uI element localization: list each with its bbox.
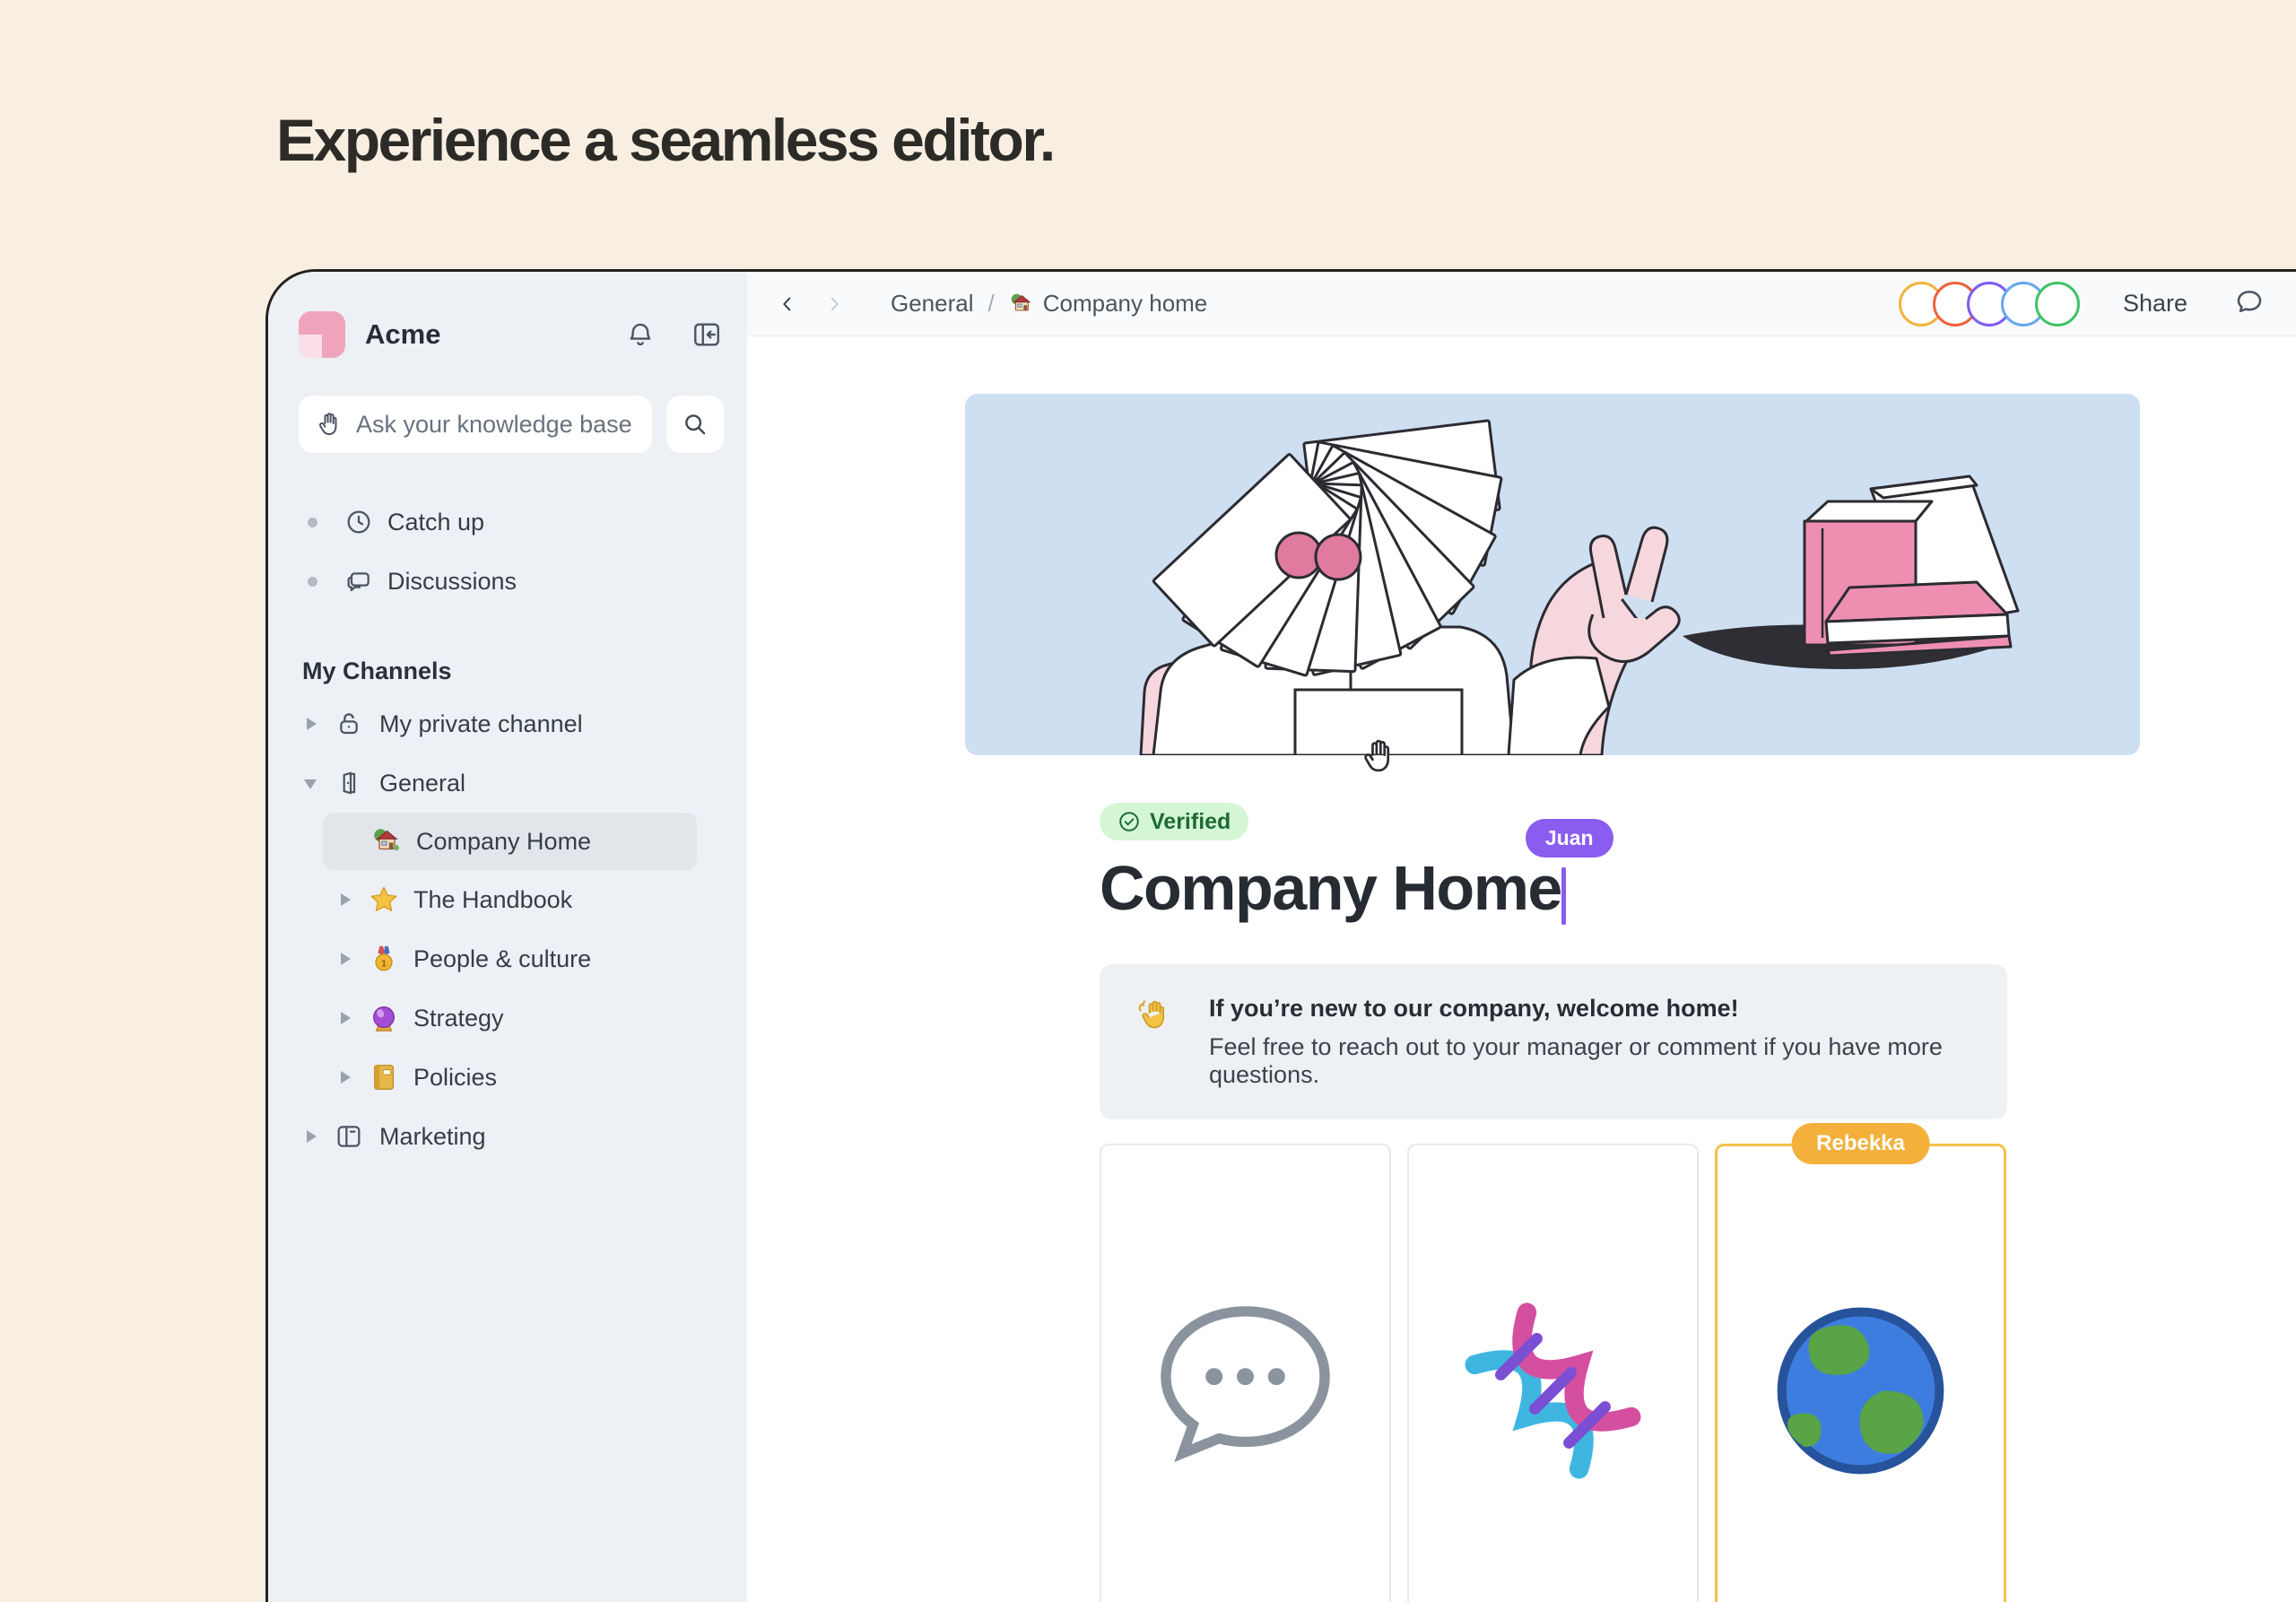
channel-label: My private channel xyxy=(379,710,583,738)
topbar: General / Company home Share xyxy=(747,272,2296,336)
sidebar-item-catch-up[interactable]: Catch up xyxy=(268,492,724,552)
collapse-sidebar-icon[interactable] xyxy=(690,318,724,352)
dna-icon xyxy=(1439,1589,1666,1602)
page-title: Experience a seamless editor. xyxy=(276,106,1054,174)
breadcrumb-current[interactable]: Company home xyxy=(1043,290,1208,318)
channel-label: General xyxy=(379,770,465,797)
sidebar-section-title: My Channels xyxy=(302,657,724,685)
collaborator-selection-rebekka: Rebekka xyxy=(1791,1123,1930,1164)
svg-text:1: 1 xyxy=(381,959,387,970)
waving-hand-icon xyxy=(1135,997,1171,1032)
share-button[interactable]: Share xyxy=(2123,290,2187,318)
unread-dot xyxy=(308,518,317,527)
document-title[interactable]: Company Home xyxy=(1100,856,1561,922)
breadcrumb-parent[interactable]: General xyxy=(891,290,974,318)
discussions-icon xyxy=(344,567,373,596)
breadcrumb: General / Company home xyxy=(891,290,1207,318)
chevron-right-icon[interactable] xyxy=(302,715,320,733)
door-icon xyxy=(335,769,363,797)
hand-cursor-icon xyxy=(1358,736,1399,780)
chevron-right-icon[interactable] xyxy=(336,1009,354,1027)
forward-button[interactable] xyxy=(819,289,849,319)
channel-label: People & culture xyxy=(413,945,591,973)
sidebar-item-policies[interactable]: Policies xyxy=(268,1048,724,1107)
globe-icon xyxy=(1748,1588,1973,1602)
ledger-icon xyxy=(369,1062,399,1093)
sidebar-item-discussions[interactable]: Discussions xyxy=(268,552,724,611)
viewer-avatars xyxy=(1899,282,2080,326)
check-circle-icon xyxy=(1118,810,1141,833)
app-window: Acme Ask your knowledge base xyxy=(265,269,2296,1602)
search-input[interactable]: Ask your knowledge base xyxy=(299,396,652,453)
bell-icon[interactable] xyxy=(623,318,657,352)
chevron-right-icon[interactable] xyxy=(336,891,354,909)
cover-illustration xyxy=(965,394,2140,755)
unread-dot xyxy=(308,577,317,587)
channel-label: Marketing xyxy=(379,1123,486,1151)
document-canvas: Verified Company Home Juan If you’re new… xyxy=(747,336,2296,1602)
sidebar-item-label: Discussions xyxy=(387,568,517,596)
sidebar-item-general[interactable]: General xyxy=(268,753,724,813)
sidebar-item-strategy[interactable]: Strategy xyxy=(268,988,724,1048)
chevron-right-icon[interactable] xyxy=(336,950,354,968)
welcome-callout: If you’re new to our company, welcome ho… xyxy=(1100,964,2007,1119)
search-button[interactable] xyxy=(666,396,724,453)
sidebar-item-people-culture[interactable]: 1 People & culture xyxy=(268,929,724,988)
house-icon xyxy=(1009,292,1034,317)
collaborator-cursor-juan: Juan xyxy=(1561,855,1567,921)
channel-label: Policies xyxy=(413,1064,497,1092)
channel-label: Strategy xyxy=(413,1005,504,1032)
clock-icon xyxy=(344,508,373,536)
search-placeholder: Ask your knowledge base xyxy=(356,411,632,439)
card-remote-handbook[interactable]: Rebekka Remote Handbook Everything about… xyxy=(1715,1144,2006,1602)
callout-title: If you’re new to our company, welcome ho… xyxy=(1209,995,1971,1023)
workspace-logo-icon xyxy=(299,311,345,358)
main-panel: General / Company home Share xyxy=(747,272,2296,1602)
avatar[interactable] xyxy=(2035,282,2080,326)
cards-row-1: How we communicate Communication is the … xyxy=(1100,1144,2007,1602)
sidebar-item-label: Catch up xyxy=(387,509,484,536)
chevron-right-icon[interactable] xyxy=(336,1068,354,1086)
sidebar-item-the-handbook[interactable]: The Handbook xyxy=(268,870,724,929)
comment-bubble-icon[interactable] xyxy=(2234,286,2265,321)
card-how-we-communicate[interactable]: How we communicate Communication is the … xyxy=(1100,1144,1391,1602)
search-icon xyxy=(682,411,709,438)
document: Verified Company Home Juan If you’re new… xyxy=(1100,803,2007,1602)
sidebar-item-marketing[interactable]: Marketing xyxy=(268,1107,724,1166)
sidebar: Acme Ask your knowledge base xyxy=(268,272,747,1602)
breadcrumb-separator: / xyxy=(988,290,995,318)
channel-label: Company Home xyxy=(416,828,591,856)
sidebar-item-company-home[interactable]: Company Home xyxy=(323,813,697,870)
back-button[interactable] xyxy=(772,289,803,319)
star-icon xyxy=(369,884,399,915)
channel-label: The Handbook xyxy=(413,886,572,914)
sidebar-item-my-private-channel[interactable]: My private channel xyxy=(268,694,724,753)
verified-label: Verified xyxy=(1150,809,1231,835)
cursor-label: Juan xyxy=(1526,819,1613,858)
crystal-ball-icon xyxy=(369,1003,399,1033)
callout-body: Feel free to reach out to your manager o… xyxy=(1209,1033,1971,1089)
hand-icon xyxy=(315,410,344,439)
house-icon xyxy=(371,826,402,857)
verified-badge[interactable]: Verified xyxy=(1100,803,1248,840)
card-principles[interactable]: Principles We don’t force values, we’re … xyxy=(1407,1144,1699,1602)
chevron-right-icon[interactable] xyxy=(302,1127,320,1145)
medal-icon: 1 xyxy=(369,944,399,974)
panels-icon xyxy=(335,1122,363,1151)
lock-icon xyxy=(335,710,363,738)
speech-balloon-icon xyxy=(1132,1589,1359,1602)
chevron-down-icon[interactable] xyxy=(302,774,320,792)
workspace-name: Acme xyxy=(365,318,440,351)
